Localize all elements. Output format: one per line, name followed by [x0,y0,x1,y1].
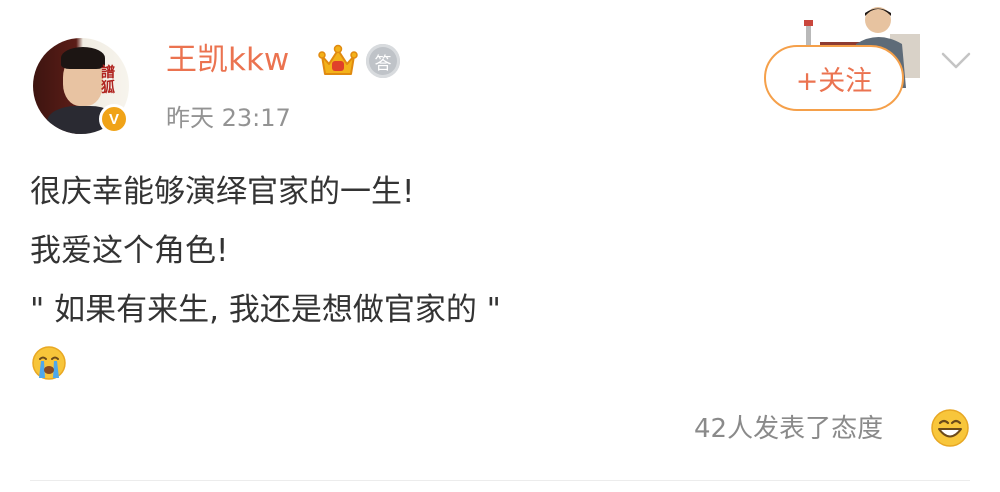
avatar-calligraphy: 譜狐 [101,65,115,96]
reactions-count[interactable]: 42人发表了态度 [694,410,883,448]
divider [30,480,970,481]
post-timestamp: 昨天 23:17 [166,104,291,132]
avatar-hair [61,47,105,69]
medal-icon: 答 [366,44,400,78]
crown-icon [318,44,358,75]
post-text-line: " 如果有来生, 我还是想做官家的 " [30,292,501,328]
crying-emoji-icon [32,346,66,380]
author-name[interactable]: 王凯kkw [166,38,289,82]
chevron-down-icon[interactable] [940,50,972,72]
follow-button[interactable]: +关注 [764,45,904,111]
verified-badge-icon: V [99,104,129,134]
post-text-line: 很庆幸能够演绎官家的一生! [30,174,415,210]
smiling-emoji-icon[interactable] [930,408,970,448]
post-text-line: 我爱这个角色! [30,233,229,269]
